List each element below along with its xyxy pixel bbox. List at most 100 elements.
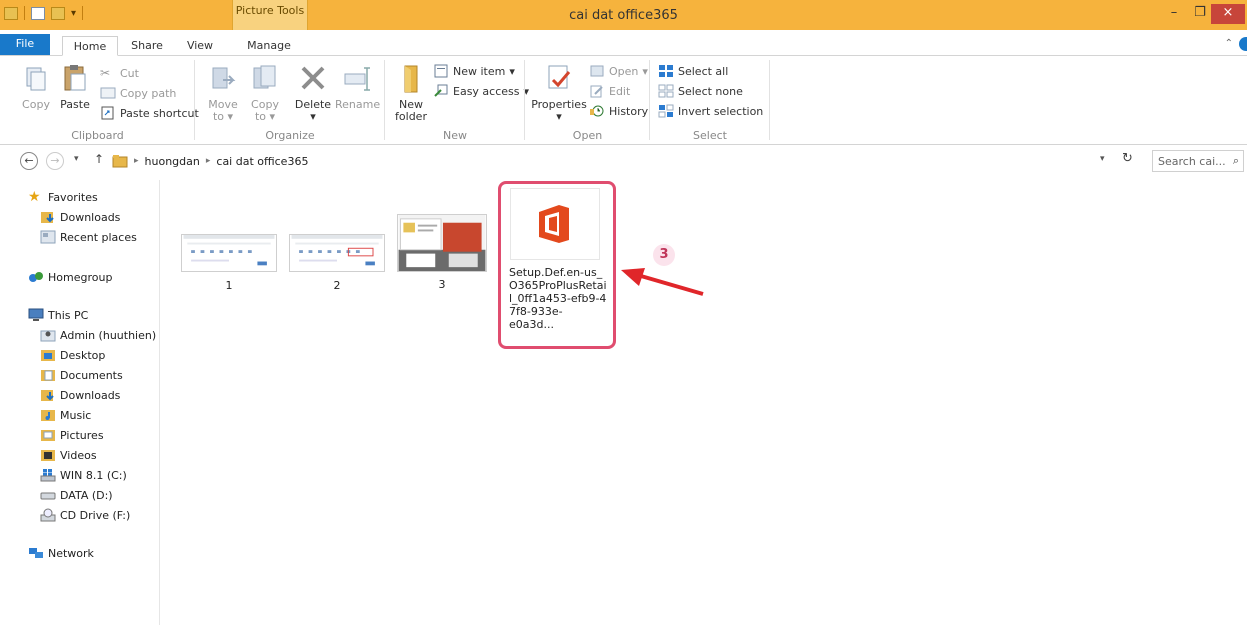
- select-group-label: Select: [693, 129, 727, 142]
- cut-button[interactable]: ✂ Cut: [100, 64, 139, 82]
- documents-folder-icon: [41, 370, 55, 381]
- address-bar[interactable]: ▸ huongdan ▸ cai dat office365: [112, 150, 1142, 172]
- nav-downloads[interactable]: Downloads: [40, 208, 120, 226]
- nav-pictures[interactable]: Pictures: [40, 426, 104, 444]
- select-group: Select all Select none Invert selection …: [650, 56, 770, 144]
- open-button[interactable]: Open ▾: [589, 62, 648, 80]
- image-thumbnail: [289, 234, 385, 272]
- nav-music[interactable]: Music: [40, 406, 91, 424]
- downloads-folder-icon: [41, 212, 54, 223]
- minimize-ribbon-icon[interactable]: ⌃: [1225, 38, 1233, 49]
- open-icon: [590, 65, 604, 77]
- annotation-highlight-box: [498, 181, 616, 349]
- invert-selection-button[interactable]: Invert selection: [658, 102, 763, 120]
- minimize-button[interactable]: –: [1160, 4, 1188, 24]
- file-list: 1 2 3 Setup.Def.en-us_ O365ProPlusRetai …: [161, 176, 1247, 625]
- new-item-button[interactable]: New item ▾: [433, 62, 515, 80]
- homegroup-icon: [29, 272, 43, 282]
- properties-icon: [548, 65, 571, 89]
- search-icon: ⌕: [1232, 154, 1239, 167]
- refresh-icon[interactable]: ↻: [1122, 151, 1133, 166]
- organize-group: Move to ▾ Copy to ▾ Delete ▾ Rename Orga…: [195, 56, 385, 144]
- organize-group-label: Organize: [265, 129, 315, 142]
- copy-button[interactable]: Copy: [16, 62, 56, 111]
- chevron-right-icon: ▸: [205, 156, 211, 166]
- open-group: Properties ▾ Open ▾ Edit History Open: [525, 56, 650, 144]
- nav-admin[interactable]: Admin (huuthien): [40, 326, 156, 344]
- move-to-button[interactable]: Move to ▾: [203, 62, 243, 123]
- file-item[interactable]: 2: [289, 234, 385, 292]
- easy-access-icon: [434, 84, 448, 97]
- up-arrow-icon[interactable]: ↑: [94, 152, 104, 166]
- restore-button[interactable]: ❐: [1186, 4, 1214, 24]
- forward-button[interactable]: →: [46, 152, 64, 170]
- tab-manage[interactable]: Manage: [240, 36, 298, 56]
- recent-locations-icon[interactable]: ▾: [74, 154, 79, 164]
- history-button[interactable]: History: [589, 102, 648, 120]
- pictures-folder-icon: [41, 430, 55, 441]
- music-folder-icon: [41, 410, 55, 421]
- rename-button[interactable]: Rename: [335, 62, 380, 111]
- ribbon: Copy Paste ✂ Cut Copy path Paste shortcu…: [0, 55, 1247, 145]
- edit-button[interactable]: Edit: [589, 82, 630, 100]
- search-input[interactable]: Search cai... ⌕: [1152, 150, 1244, 172]
- group-separator: [769, 60, 770, 140]
- windows-drive-icon: [40, 469, 56, 482]
- breadcrumb-cai-dat-office365[interactable]: cai dat office365: [216, 155, 308, 168]
- new-folder-button[interactable]: New folder: [391, 62, 431, 123]
- nav-recent-places[interactable]: Recent places: [40, 228, 137, 246]
- select-none-icon: [658, 84, 674, 98]
- scissors-icon: ✂: [100, 66, 111, 80]
- properties-button[interactable]: Properties ▾: [531, 62, 587, 123]
- nav-drive-f[interactable]: CD Drive (F:): [40, 506, 130, 524]
- new-group-label: New: [443, 129, 467, 142]
- nav-drive-c[interactable]: WIN 8.1 (C:): [40, 466, 127, 484]
- paste-shortcut-icon: [101, 106, 114, 120]
- nav-favorites[interactable]: ★ Favorites: [28, 188, 98, 206]
- back-button[interactable]: ←: [20, 152, 38, 170]
- easy-access-button[interactable]: Easy access ▾: [433, 82, 529, 100]
- tab-file[interactable]: File: [0, 34, 50, 56]
- tab-home[interactable]: Home: [62, 36, 118, 56]
- address-dropdown-icon[interactable]: ▾: [1100, 154, 1105, 164]
- nav-drive-d[interactable]: DATA (D:): [40, 486, 113, 504]
- navigation-pane: ★ Favorites Downloads Recent places Home…: [8, 180, 160, 625]
- tab-share[interactable]: Share: [124, 36, 170, 56]
- close-button[interactable]: ×: [1211, 4, 1245, 24]
- desktop-folder-icon: [41, 350, 55, 361]
- nav-videos[interactable]: Videos: [40, 446, 97, 464]
- nav-documents[interactable]: Documents: [40, 366, 123, 384]
- videos-folder-icon: [41, 450, 55, 461]
- nav-downloads-pc[interactable]: Downloads: [40, 386, 120, 404]
- nav-network[interactable]: Network: [28, 544, 94, 562]
- new-folder-icon: [404, 65, 418, 93]
- new-item-icon: [434, 64, 448, 78]
- help-icon[interactable]: [1239, 37, 1247, 51]
- new-group: New folder New item ▾ Easy access ▾ New: [385, 56, 529, 144]
- paste-button[interactable]: Paste: [56, 62, 94, 111]
- file-item[interactable]: 1: [181, 234, 277, 292]
- nav-this-pc[interactable]: This PC: [28, 306, 88, 324]
- window-title: cai dat office365: [569, 8, 678, 23]
- paste-shortcut-button[interactable]: Paste shortcut: [100, 104, 199, 122]
- copy-to-button[interactable]: Copy to ▾: [245, 62, 285, 123]
- copy-path-icon: [100, 87, 116, 99]
- star-icon: ★: [28, 189, 41, 205]
- breadcrumb-huongdan[interactable]: huongdan: [145, 155, 200, 168]
- nav-homegroup[interactable]: Homegroup: [28, 268, 112, 286]
- chevron-right-icon: ▸: [134, 156, 139, 166]
- image-thumbnail: [397, 214, 487, 272]
- nav-desktop[interactable]: Desktop: [40, 346, 105, 364]
- delete-button[interactable]: Delete ▾: [291, 62, 335, 123]
- select-none-button[interactable]: Select none: [658, 82, 743, 100]
- annotation-arrow-icon: [621, 268, 704, 296]
- copy-icon: [26, 67, 46, 91]
- select-all-icon: [659, 65, 673, 77]
- copy-path-button[interactable]: Copy path: [100, 84, 176, 102]
- recent-places-icon: [40, 230, 56, 244]
- delete-x-icon: [301, 66, 325, 90]
- select-all-button[interactable]: Select all: [658, 62, 728, 80]
- tab-view[interactable]: View: [178, 36, 222, 56]
- file-item[interactable]: 3: [397, 214, 487, 291]
- dropdown-arrow-icon: ▾: [642, 64, 648, 78]
